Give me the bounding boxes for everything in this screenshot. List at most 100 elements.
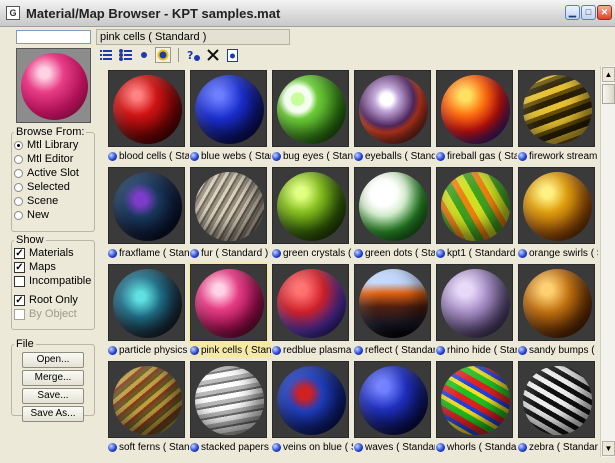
material-thumbnail[interactable] xyxy=(190,361,267,438)
material-cell[interactable]: firework stream ( Standard ) xyxy=(518,70,598,166)
scrollbar-thumb[interactable] xyxy=(602,84,615,104)
material-thumbnail[interactable] xyxy=(436,361,513,438)
browse-from-option[interactable]: Mtl Library xyxy=(14,138,94,152)
material-caption[interactable]: kpt1 ( Standard ) xyxy=(436,246,517,261)
view-small-icons-icon[interactable] xyxy=(136,47,152,63)
material-caption[interactable]: firework stream ( Standard ) xyxy=(518,149,598,164)
material-thumbnail[interactable] xyxy=(354,264,431,341)
material-caption[interactable]: pink cells ( Standard ) xyxy=(190,343,271,358)
material-cell[interactable]: veins on blue ( Standard ) xyxy=(272,361,353,457)
delete-icon[interactable] xyxy=(205,47,221,63)
material-cell[interactable]: blood cells ( Standard ) xyxy=(108,70,189,166)
material-cell[interactable]: fireball gas ( Standard ) xyxy=(436,70,517,166)
maximize-button[interactable]: □ xyxy=(581,5,596,20)
material-caption[interactable]: stacked papers ( Standard ) xyxy=(190,440,271,455)
open-button[interactable]: Open... xyxy=(22,352,84,368)
incompatible-check-icon[interactable] xyxy=(14,275,25,287)
radio-icon[interactable] xyxy=(14,168,23,178)
material-cell[interactable]: stacked papers ( Standard ) xyxy=(190,361,271,457)
material-thumbnail[interactable] xyxy=(108,70,185,147)
root-only-check-icon[interactable]: ✓ xyxy=(14,294,25,306)
material-thumbnail[interactable] xyxy=(518,70,595,147)
show-incompatible-checkbox[interactable]: Incompatible xyxy=(14,274,94,288)
material-caption[interactable]: reflect ( Standard ) xyxy=(354,343,435,358)
material-cell[interactable]: zebra ( Standard ) xyxy=(518,361,598,457)
material-caption[interactable]: zebra ( Standard ) xyxy=(518,440,598,455)
material-thumbnail[interactable] xyxy=(354,70,431,147)
vertical-scrollbar[interactable]: ▲ ▼ xyxy=(600,66,615,457)
material-cell[interactable]: bug eyes ( Standard ) xyxy=(272,70,353,166)
material-caption[interactable]: particle physics ( Standard ) xyxy=(108,343,189,358)
browse-from-option[interactable]: Mtl Editor xyxy=(14,152,94,166)
scroll-up-arrow-icon[interactable]: ▲ xyxy=(602,67,615,82)
material-caption[interactable]: bug eyes ( Standard ) xyxy=(272,149,353,164)
material-thumbnail[interactable] xyxy=(190,70,267,147)
show-maps-checkbox[interactable]: ✓ Maps xyxy=(14,260,94,274)
root-only-checkbox[interactable]: ✓ Root Only xyxy=(14,293,94,307)
material-cell[interactable]: particle physics ( Standard ) xyxy=(108,264,189,360)
material-cell[interactable]: pink cells ( Standard ) xyxy=(188,262,271,360)
material-thumbnail[interactable] xyxy=(272,167,349,244)
material-caption[interactable]: green crystals ( Standard ) xyxy=(272,246,353,261)
material-thumbnail[interactable] xyxy=(354,361,431,438)
title-bar[interactable]: G Material/Map Browser - KPT samples.mat… xyxy=(0,0,615,27)
material-cell[interactable]: soft ferns ( Standard ) xyxy=(108,361,189,457)
material-thumbnail[interactable] xyxy=(108,167,185,244)
update-scene-materials-icon[interactable]: ? xyxy=(186,47,202,63)
material-cell[interactable]: reflect ( Standard ) xyxy=(354,264,435,360)
material-caption[interactable]: waves ( Standard ) xyxy=(354,440,435,455)
radio-icon[interactable] xyxy=(14,210,23,220)
view-large-icons-icon[interactable] xyxy=(155,47,171,63)
view-list-icons-icon[interactable] xyxy=(117,47,133,63)
material-cell[interactable]: blue webs ( Standard ) xyxy=(190,70,271,166)
radio-icon[interactable] xyxy=(14,140,23,150)
material-thumbnail[interactable] xyxy=(190,167,267,244)
material-thumbnail[interactable] xyxy=(354,167,431,244)
material-caption[interactable]: redblue plasma ( Standard ) xyxy=(272,343,353,358)
merge-button[interactable]: Merge... xyxy=(22,370,84,386)
material-thumbnail[interactable] xyxy=(272,70,349,147)
material-caption[interactable]: orange swirls ( Standard ) xyxy=(518,246,598,261)
view-list-icon[interactable] xyxy=(98,47,114,63)
material-thumbnail[interactable] xyxy=(436,264,513,341)
material-thumbnail[interactable] xyxy=(518,167,595,244)
material-thumbnail[interactable] xyxy=(108,361,185,438)
material-thumbnail[interactable] xyxy=(518,264,595,341)
radio-icon[interactable] xyxy=(14,154,23,164)
save-as-button[interactable]: Save As... xyxy=(22,406,84,422)
material-caption[interactable]: veins on blue ( Standard ) xyxy=(272,440,353,455)
radio-icon[interactable] xyxy=(14,196,23,206)
material-cell[interactable]: sandy bumps ( Standard ) xyxy=(518,264,598,360)
close-button[interactable]: ✕ xyxy=(597,5,612,20)
material-cell[interactable]: redblue plasma ( Standard ) xyxy=(272,264,353,360)
material-caption[interactable]: whorls ( Standard ) xyxy=(436,440,517,455)
material-cell[interactable]: fur ( Standard ) xyxy=(190,167,271,263)
material-thumbnail[interactable] xyxy=(108,264,185,341)
material-cell[interactable]: eyeballs ( Standard ) xyxy=(354,70,435,166)
material-caption[interactable]: fur ( Standard ) xyxy=(190,246,271,261)
material-caption[interactable]: fireball gas ( Standard ) xyxy=(436,149,517,164)
browse-from-option[interactable]: Active Slot xyxy=(14,166,94,180)
material-cell[interactable]: green crystals ( Standard ) xyxy=(272,167,353,263)
materials-check-icon[interactable]: ✓ xyxy=(14,247,25,259)
material-cell[interactable]: waves ( Standard ) xyxy=(354,361,435,457)
material-cell[interactable]: orange swirls ( Standard ) xyxy=(518,167,598,263)
material-thumbnail[interactable] xyxy=(518,361,595,438)
browse-from-option[interactable]: Scene xyxy=(14,194,94,208)
material-caption[interactable]: eyeballs ( Standard ) xyxy=(354,149,435,164)
material-thumbnail[interactable] xyxy=(272,361,349,438)
material-thumbnail[interactable] xyxy=(188,262,269,343)
radio-icon[interactable] xyxy=(14,182,23,192)
material-cell[interactable]: kpt1 ( Standard ) xyxy=(436,167,517,263)
maps-check-icon[interactable]: ✓ xyxy=(14,261,25,273)
scroll-down-arrow-icon[interactable]: ▼ xyxy=(602,441,615,456)
material-cell[interactable]: fraxflame ( Standard ) xyxy=(108,167,189,263)
show-materials-checkbox[interactable]: ✓ Materials xyxy=(14,246,94,260)
clear-library-icon[interactable] xyxy=(224,47,240,63)
material-caption[interactable]: green dots ( Standard ) xyxy=(354,246,435,261)
material-thumbnail[interactable] xyxy=(436,70,513,147)
material-cell[interactable]: green dots ( Standard ) xyxy=(354,167,435,263)
material-caption[interactable]: blue webs ( Standard ) xyxy=(190,149,271,164)
material-name-input[interactable] xyxy=(16,30,91,44)
browse-from-option[interactable]: New xyxy=(14,208,94,222)
